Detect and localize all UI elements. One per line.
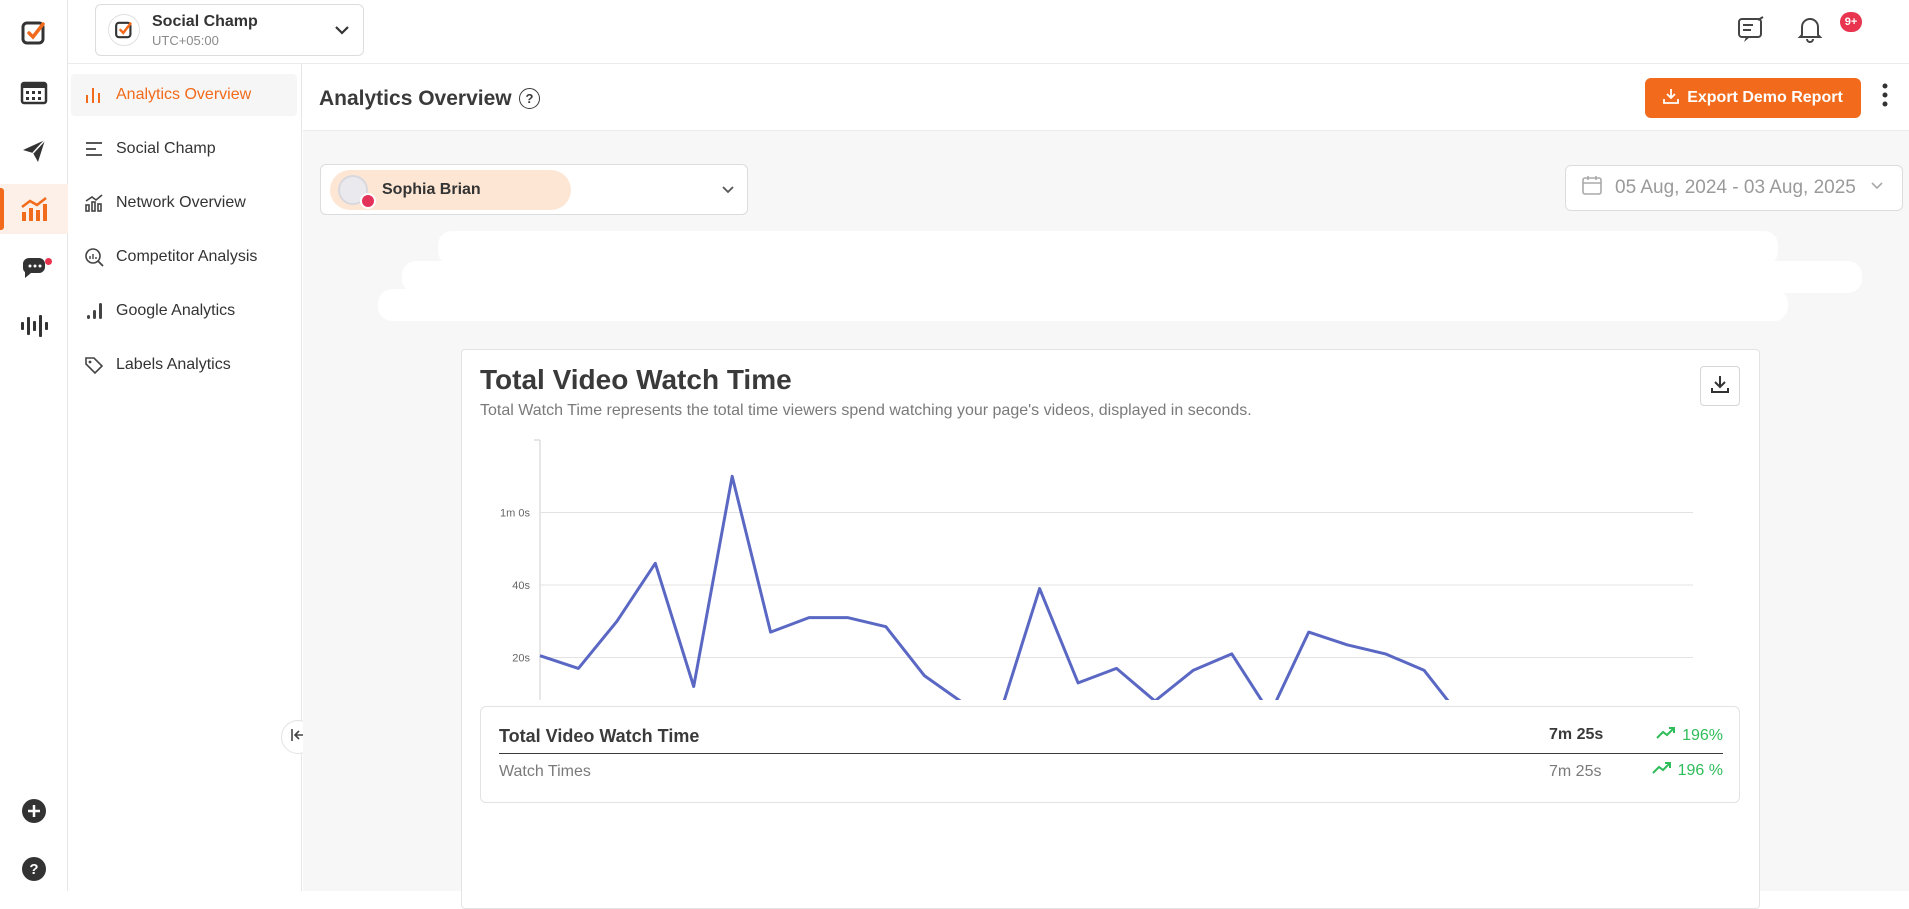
blurred-overlay [378, 289, 1788, 321]
workspace-logo-icon [108, 14, 140, 46]
summary-change: 196 % [1651, 761, 1723, 780]
tag-icon [82, 353, 106, 377]
more-options-icon[interactable] [1881, 82, 1889, 113]
analytics-icon[interactable] [0, 184, 68, 234]
workspace-timezone: UTC+05:00 [152, 32, 219, 48]
watch-time-card: Total Video Watch Time Total Watch Time … [461, 349, 1760, 909]
notes-icon[interactable] [1736, 14, 1766, 49]
summary-change-text: 196% [1682, 726, 1723, 744]
avatar [338, 175, 376, 209]
summary-table: Total Video Watch Time 7m 25s 196% Watch… [480, 706, 1740, 803]
profile-name: Sophia Brian [382, 181, 481, 198]
lines-icon [82, 137, 106, 161]
workspace-switcher[interactable]: Social Champ UTC+05:00 [95, 4, 364, 56]
summary-value: 7m 25s [1549, 726, 1604, 743]
summary-value: 7m 25s [1549, 763, 1602, 780]
selected-profile-chip: Sophia Brian [330, 170, 571, 210]
sidebar-item-label: Competitor Analysis [116, 248, 258, 265]
trend-up-icon [1656, 726, 1676, 745]
chevron-down-icon [721, 183, 735, 202]
bar-chart-icon [82, 83, 106, 107]
main-content: Analytics Overview ? Export Demo Report … [303, 64, 1909, 909]
growth-chart-icon [82, 191, 106, 215]
y-tick-label: 1m 0s [500, 508, 530, 520]
blurred-overlay [438, 231, 1778, 265]
calendar-icon [1581, 174, 1603, 202]
summary-change: 196% [1651, 726, 1723, 745]
magnifier-chart-icon [82, 245, 106, 269]
sidebar-item-competitor-analysis[interactable]: Competitor Analysis [71, 236, 297, 278]
sidebar-item-label: Labels Analytics [116, 356, 231, 373]
sidebar-item-google-analytics[interactable]: Google Analytics [71, 290, 297, 332]
add-icon[interactable] [0, 786, 68, 836]
chevron-down-icon [333, 21, 351, 44]
profile-selector[interactable]: Sophia Brian [320, 164, 748, 215]
calendar-icon[interactable] [0, 67, 68, 117]
sidebar-item-analytics-overview[interactable]: Analytics Overview [71, 74, 297, 116]
sidebar-item-network-overview[interactable]: Network Overview [71, 182, 297, 224]
chat-icon[interactable] [0, 243, 68, 293]
workspace-name: Social Champ [152, 12, 258, 30]
sidebar-item-label: Social Champ [116, 140, 216, 157]
summary-row-total: Total Video Watch Time 7m 25s 196% [499, 726, 1723, 754]
page-header: Analytics Overview ? Export Demo Report [303, 64, 1909, 131]
series-line [539, 474, 1450, 700]
download-icon [1663, 88, 1680, 109]
analytics-sidebar: Analytics Overview Social Champ Network … [68, 64, 302, 891]
svg-text:?: ? [29, 861, 38, 878]
top-bar: Social Champ UTC+05:00 9+ [68, 0, 1909, 64]
sidebar-item-labels-analytics[interactable]: Labels Analytics [71, 344, 297, 386]
summary-label: Watch Times [499, 763, 591, 780]
date-range-picker[interactable]: 05 Aug, 2024 - 03 Aug, 2025 [1565, 165, 1903, 211]
sidebar-item-social-champ[interactable]: Social Champ [71, 128, 297, 170]
date-range-text: 05 Aug, 2024 - 03 Aug, 2025 [1615, 177, 1856, 198]
trend-up-icon [1651, 761, 1672, 780]
export-label: Export Demo Report [1687, 89, 1843, 106]
google-analytics-icon [82, 299, 106, 323]
summary-label: Total Video Watch Time [499, 726, 700, 746]
sidebar-item-label: Google Analytics [116, 302, 236, 319]
app-logo-icon[interactable] [0, 8, 68, 58]
paper-plane-icon[interactable] [0, 126, 68, 176]
watch-time-line-chart: 0s20s40s1m 0sNovemberNov 03Tue 05Thu 07S… [500, 439, 1693, 700]
export-report-button[interactable]: Export Demo Report [1645, 78, 1861, 118]
unread-dot [45, 258, 52, 265]
y-tick-label: 40s [512, 580, 530, 592]
help-icon[interactable]: ? [519, 88, 540, 109]
summary-row-watch-times: Watch Times 7m 25s 196 % [499, 761, 1723, 789]
y-tick-label: 20s [512, 653, 530, 665]
sidebar-item-label: Analytics Overview [116, 86, 252, 103]
audio-wave-icon[interactable] [0, 301, 68, 351]
help-icon[interactable]: ? [0, 844, 68, 894]
notification-badge: 9+ [1840, 12, 1862, 32]
icon-rail: ? [0, 0, 68, 891]
summary-change-text: 196 % [1677, 761, 1723, 779]
bell-icon[interactable] [1796, 14, 1824, 49]
sidebar-item-label: Network Overview [116, 194, 246, 211]
instagram-icon [360, 193, 376, 209]
page-title: Analytics Overview [319, 87, 512, 110]
chevron-down-icon [1870, 177, 1884, 199]
